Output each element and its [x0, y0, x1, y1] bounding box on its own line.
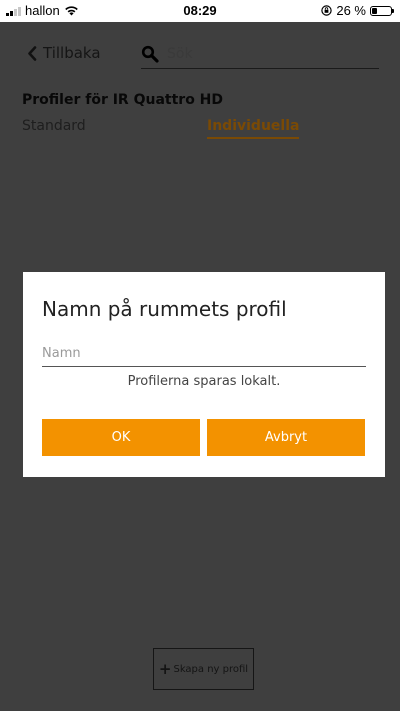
rotation-lock-icon: [321, 5, 333, 16]
dialog-hint: Profilerna sparas lokalt.: [127, 374, 281, 389]
create-profile-label: Skapa ny profil: [173, 663, 249, 675]
battery-icon: [370, 5, 394, 16]
status-bar: hallon 08:29 26 %: [0, 0, 400, 22]
chevron-left-icon: [28, 45, 37, 61]
back-label: Tillbaka: [43, 44, 101, 62]
battery-level: [372, 7, 377, 14]
status-right: 26 %: [321, 3, 394, 18]
profile-name-input[interactable]: [42, 342, 366, 367]
tab-individual[interactable]: Individuella: [207, 118, 300, 139]
app-header: Tillbaka: [0, 22, 400, 82]
search-icon: [141, 45, 159, 63]
dialog-title: Namn på rummets profil: [42, 297, 287, 321]
profile-name-dialog: Namn på rummets profil Profilerna sparas…: [23, 272, 385, 477]
ok-button[interactable]: OK: [42, 419, 200, 456]
tab-standard[interactable]: Standard: [22, 118, 86, 134]
profiles-title: Profiler för IR Quattro HD: [22, 92, 224, 108]
search-input[interactable]: [167, 46, 357, 62]
create-profile-button[interactable]: + Skapa ny profil: [153, 648, 254, 690]
cancel-button[interactable]: Avbryt: [207, 419, 365, 456]
search-bar: [141, 40, 379, 69]
plus-icon: +: [158, 659, 172, 678]
battery-percent: 26 %: [336, 3, 366, 18]
back-button[interactable]: Tillbaka: [27, 44, 101, 62]
